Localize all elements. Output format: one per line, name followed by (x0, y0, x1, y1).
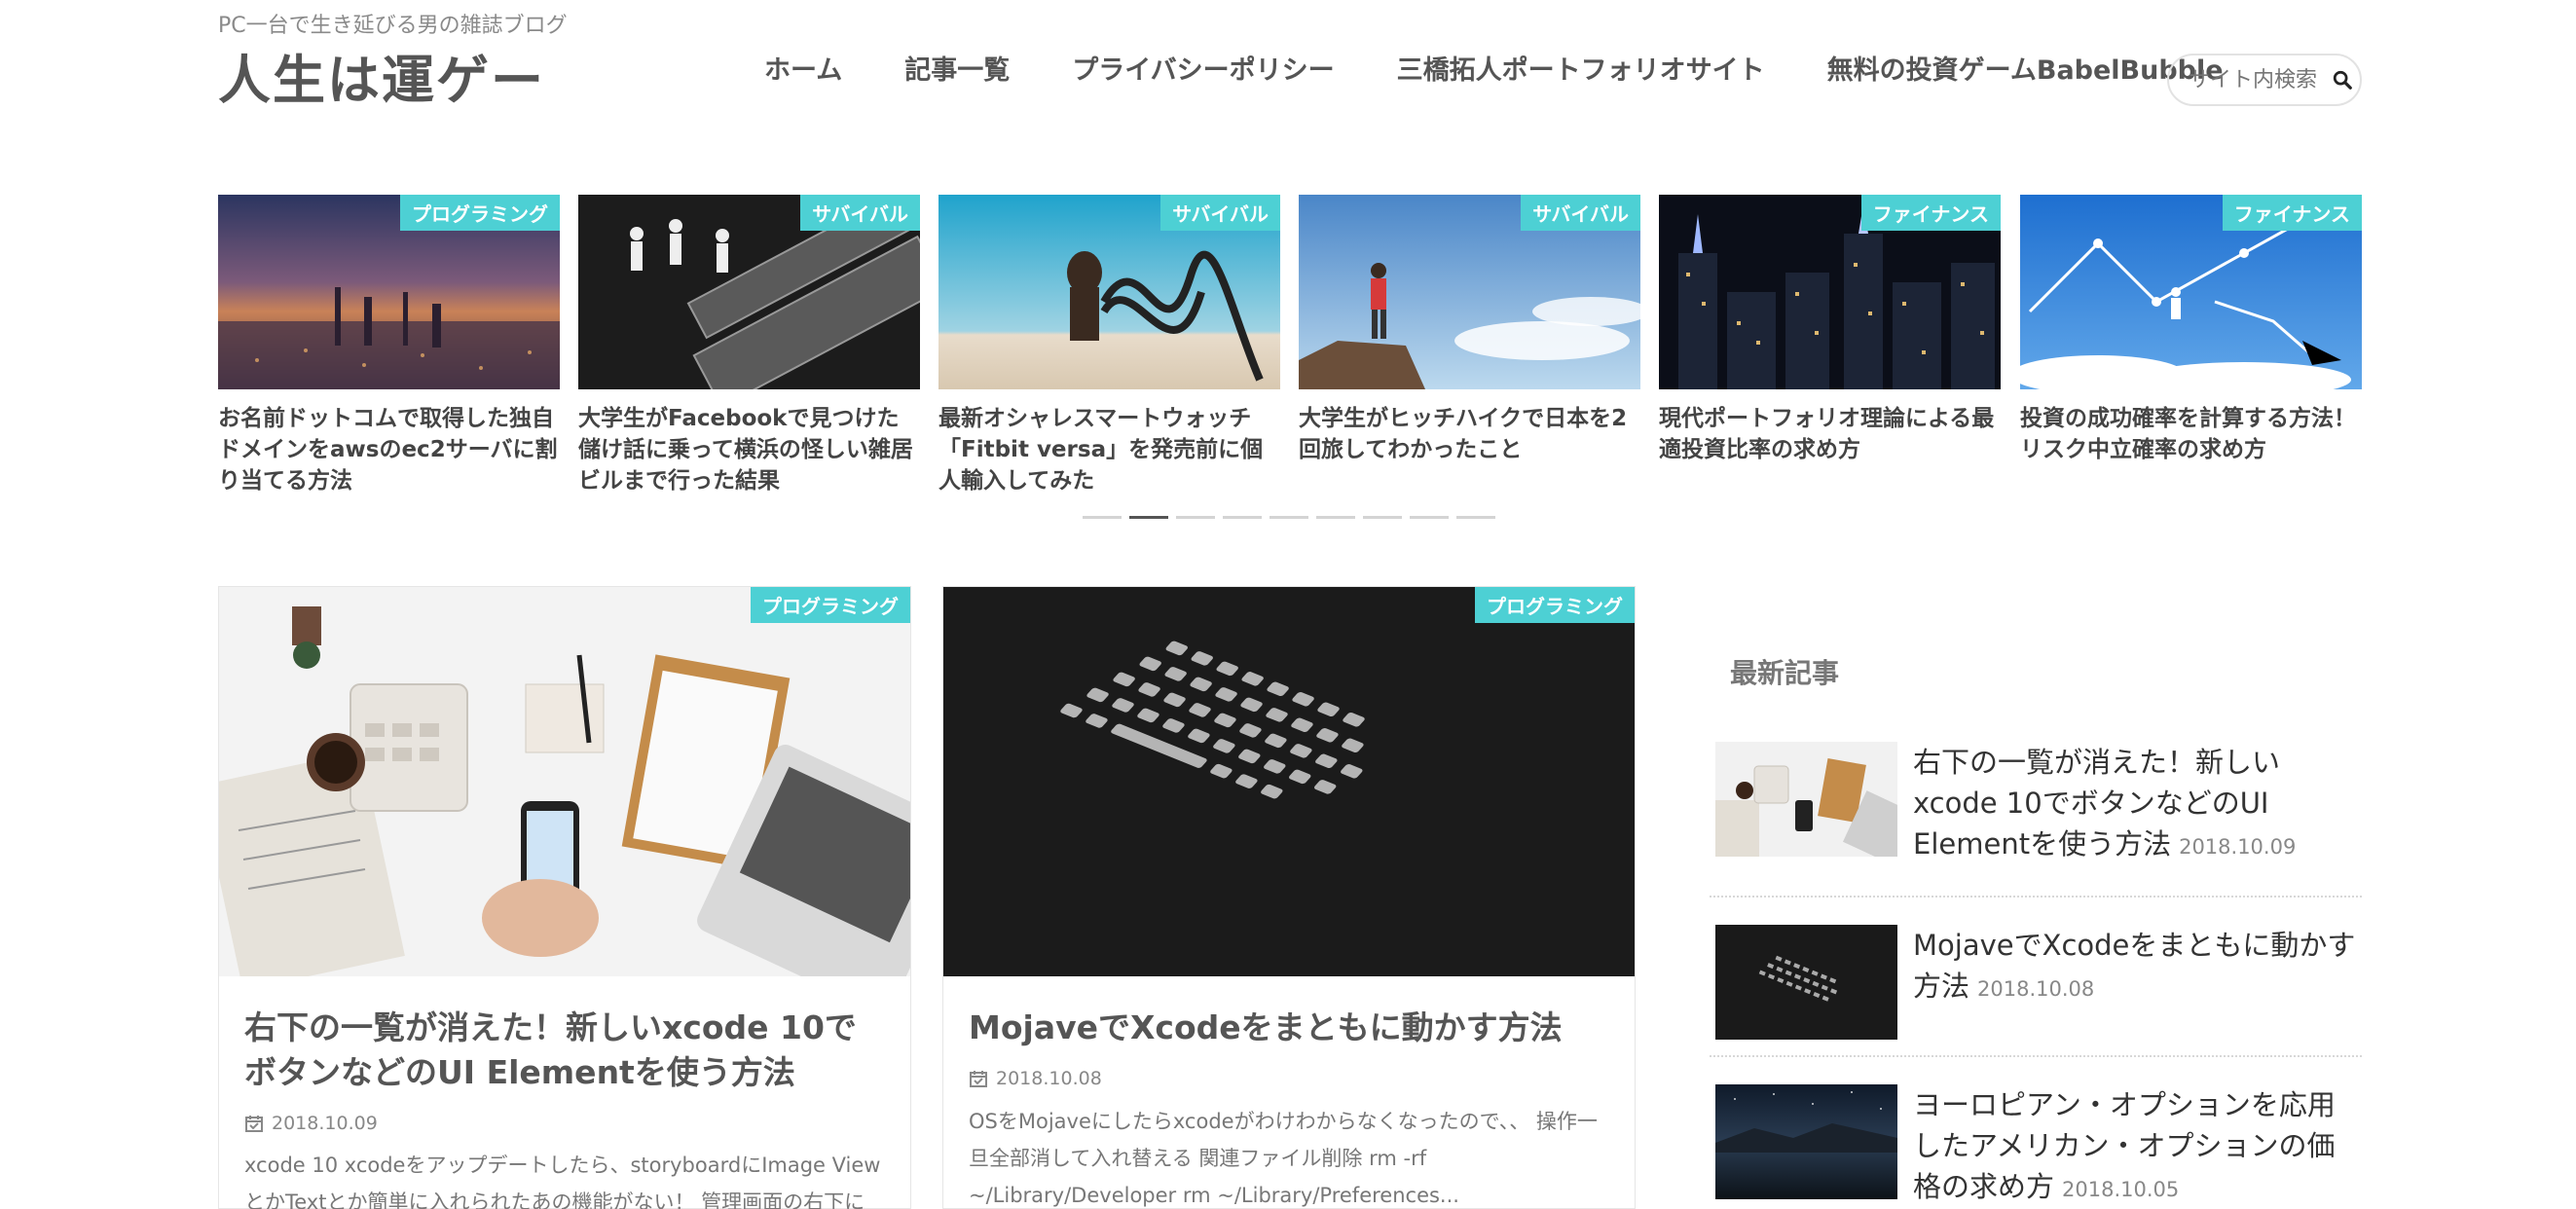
desk-workspace-image (219, 587, 910, 976)
sidebar-divider (1710, 896, 2362, 898)
recent-post-item[interactable]: 右下の一覧が消えた！新しいxcode 10でボタンなどのUI Elementを使… (1710, 742, 2362, 867)
card-date: 2018.10.09 (244, 1113, 378, 1134)
slide-title[interactable]: 投資の成功確率を計算する方法！リスク中立確率の求め方 (2020, 403, 2362, 465)
category-badge[interactable]: サバイバル (1160, 195, 1280, 231)
recent-post-item[interactable]: MojaveでXcodeをまともに動かす方法 2018.10.08 (1710, 925, 2362, 1040)
category-badge[interactable]: ファイナンス (2222, 195, 2362, 231)
site-tagline: PC一台で生き延びる男の雑誌ブログ (218, 14, 568, 38)
slider-dot[interactable] (1316, 516, 1355, 519)
slider-dot[interactable] (1456, 516, 1495, 519)
slide-item[interactable]: ファイナンス 現代ポートフォリオ理論による最適投資比率の求め方 (1659, 195, 2001, 465)
slider-dot-active[interactable] (1129, 516, 1168, 519)
recent-post-thumbnail[interactable] (1715, 1084, 1897, 1199)
nav-portfolio[interactable]: 三橋拓人ポートフォリオサイト (1397, 49, 1765, 87)
slide-item[interactable]: サバイバル 最新オシャレスマートウォッチ「Fitbit versa」を発売前に個… (938, 195, 1280, 496)
category-badge[interactable]: プログラミング (1475, 587, 1635, 623)
slider-dot[interactable] (1176, 516, 1215, 519)
dark-keyboard-image (943, 587, 1635, 976)
slide-title[interactable]: お名前ドットコムで取得した独自ドメインをawsのec2サーバに割り当てる方法 (218, 403, 560, 496)
recent-post-text[interactable]: ヨーロピアン・オプションを応用したアメリカン・オプションの価格の求め方 2018.… (1913, 1084, 2362, 1209)
recent-post-item[interactable]: ヨーロピアン・オプションを応用したアメリカン・オプションの価格の求め方 2018.… (1710, 1084, 2362, 1209)
dark-keyboard-thumb (1715, 925, 1897, 1040)
nav-articles[interactable]: 記事一覧 (904, 49, 1010, 87)
slide-thumbnail[interactable]: ファイナンス (2020, 195, 2362, 389)
card-excerpt: OSをMojaveにしたらxcodeがわけわからなくなったので、、 操作一旦全部… (969, 1110, 1598, 1207)
search-box (2167, 54, 2362, 106)
calendar-icon (245, 1116, 263, 1132)
search-icon[interactable] (2332, 69, 2353, 91)
main-nav: ホーム 記事一覧 プライバシーポリシー 三橋拓人ポートフォリオサイト 無料の投資… (764, 49, 2224, 87)
slider-dot[interactable] (1270, 516, 1308, 519)
slide-title[interactable]: 大学生がヒッチハイクで日本を2回旅してわかったこと (1299, 403, 1640, 465)
slide-title[interactable]: 現代ポートフォリオ理論による最適投資比率の求め方 (1659, 403, 2001, 465)
slider-pagination (1083, 516, 1495, 519)
card-excerpt: xcode 10 xcodeをアップデートしたら、storyboardにImag… (244, 1154, 881, 1209)
recent-post-thumbnail[interactable] (1715, 742, 1897, 857)
category-badge[interactable]: サバイバル (800, 195, 920, 231)
article-card[interactable]: プログラミング 右下の一覧が消えた！新しいxcode 10でボタンなどのUI E… (218, 586, 911, 1209)
nav-privacy[interactable]: プライバシーポリシー (1072, 49, 1334, 87)
recent-post-date: 2018.10.09 (2179, 835, 2297, 859)
sidebar-heading: 最新記事 (1730, 657, 1840, 689)
slide-item[interactable]: サバイバル 大学生がヒッチハイクで日本を2回旅してわかったこと (1299, 195, 1640, 465)
slide-title[interactable]: 最新オシャレスマートウォッチ「Fitbit versa」を発売前に個人輸入してみ… (938, 403, 1280, 496)
slide-title[interactable]: 大学生がFacebookで見つけた儲け話に乗って横浜の怪しい雑居ビルまで行った結… (578, 403, 920, 496)
nav-home[interactable]: ホーム (764, 49, 842, 87)
card-thumbnail[interactable]: プログラミング (943, 587, 1635, 976)
article-card[interactable]: プログラミング MojaveでXcodeをまともに動かす方法 2018.10.0… (942, 586, 1636, 1209)
card-date-text: 2018.10.08 (996, 1068, 1102, 1089)
slide-thumbnail[interactable]: サバイバル (1299, 195, 1640, 389)
slide-thumbnail[interactable]: サバイバル (938, 195, 1280, 389)
desk-workspace-thumb (1715, 742, 1897, 857)
nav-game[interactable]: 無料の投資ゲームBabelBubble (1827, 49, 2224, 87)
card-date-text: 2018.10.09 (272, 1113, 378, 1134)
site-title[interactable]: 人生は運ゲー (218, 37, 545, 114)
category-badge[interactable]: プログラミング (400, 195, 560, 231)
recent-post-text[interactable]: 右下の一覧が消えた！新しいxcode 10でボタンなどのUI Elementを使… (1913, 742, 2362, 867)
slide-item[interactable]: ファイナンス 投資の成功確率を計算する方法！リスク中立確率の求め方 (2020, 195, 2362, 465)
category-badge[interactable]: プログラミング (751, 587, 910, 623)
recent-post-date: 2018.10.05 (2062, 1178, 2180, 1201)
sidebar-divider (1710, 1055, 2362, 1057)
calendar-icon (970, 1071, 987, 1087)
night-sky-lake-thumb (1715, 1084, 1897, 1199)
recent-post-date: 2018.10.08 (1977, 977, 2095, 1001)
slide-item[interactable]: サバイバル 大学生がFacebookで見つけた儲け話に乗って横浜の怪しい雑居ビル… (578, 195, 920, 496)
card-date: 2018.10.08 (969, 1068, 1102, 1089)
slider-dot[interactable] (1223, 516, 1262, 519)
search-input[interactable] (2189, 67, 2330, 92)
slide-thumbnail[interactable]: プログラミング (218, 195, 560, 389)
recent-post-thumbnail[interactable] (1715, 925, 1897, 1040)
card-title[interactable]: MojaveでXcodeをまともに動かす方法 (969, 1006, 1611, 1050)
slider-dot[interactable] (1083, 516, 1122, 519)
card-title[interactable]: 右下の一覧が消えた！新しいxcode 10でボタンなどのUI Elementを使… (244, 1006, 887, 1095)
category-badge[interactable]: ファイナンス (1860, 195, 2001, 231)
card-thumbnail[interactable]: プログラミング (219, 587, 910, 976)
slider-dot[interactable] (1363, 516, 1402, 519)
slide-item[interactable]: プログラミング お名前ドットコムで取得した独自ドメインをawsのec2サーバに割… (218, 195, 560, 496)
slide-thumbnail[interactable]: ファイナンス (1659, 195, 2001, 389)
featured-slider: プログラミング お名前ドットコムで取得した独自ドメインをawsのec2サーバに割… (218, 195, 2362, 506)
category-badge[interactable]: サバイバル (1521, 195, 1640, 231)
slider-dot[interactable] (1410, 516, 1449, 519)
slide-thumbnail[interactable]: サバイバル (578, 195, 920, 389)
recent-post-text[interactable]: MojaveでXcodeをまともに動かす方法 2018.10.08 (1913, 925, 2362, 1040)
